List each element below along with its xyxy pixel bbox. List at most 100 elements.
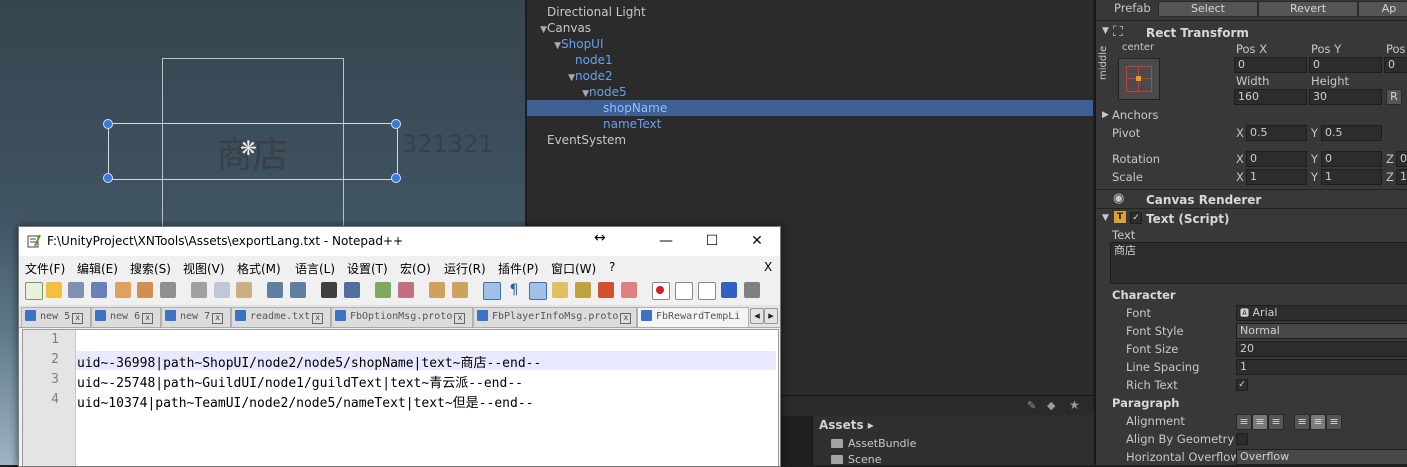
raw-edit-icon[interactable]: R (1386, 89, 1402, 105)
sync-horizontal-icon[interactable] (452, 282, 468, 298)
align-bottom-button[interactable]: ≡ (1326, 414, 1342, 430)
paste-icon[interactable] (236, 282, 252, 298)
text-foldout-icon[interactable]: ▼ (1102, 213, 1109, 223)
pos-y-field[interactable]: 0 (1309, 57, 1382, 73)
tag-icon[interactable]: ◆ (1047, 399, 1055, 412)
rich-text-checkbox[interactable]: ✓ (1236, 379, 1248, 391)
folder-workspace-icon[interactable] (621, 282, 637, 298)
folder-scene[interactable]: Scene (831, 453, 882, 466)
tab-close-icon[interactable]: x (620, 313, 632, 324)
align-top-button[interactable]: ≡ (1294, 414, 1310, 430)
pivot-icon[interactable]: ❋ (240, 136, 257, 160)
align-middle-button[interactable]: ≡ (1310, 414, 1326, 430)
tab-new-6[interactable]: new 6x (91, 307, 161, 327)
rot-z-field[interactable]: 0 (1396, 151, 1407, 167)
rect-handle-tl[interactable] (103, 119, 113, 129)
rect-handle-tr[interactable] (391, 119, 401, 129)
new-file-icon[interactable] (25, 282, 43, 300)
hierarchy-item[interactable]: ▼node5 (527, 84, 1093, 100)
tab-close-icon[interactable]: x (212, 313, 224, 324)
code-line[interactable]: uid~10374|path~TeamUI/node2/node5/nameTe… (77, 392, 533, 411)
font-field[interactable]: 🅰 Arial (1236, 305, 1407, 321)
cut-icon[interactable] (191, 282, 207, 298)
hierarchy-item[interactable]: node1 (527, 52, 1093, 68)
close-all-icon[interactable] (137, 282, 153, 298)
title-bar[interactable]: F:\UnityProject\XNTools\Assets\exportLan… (19, 227, 780, 256)
menu-window[interactable]: 窗口(W) (551, 260, 596, 277)
horizontal-overflow-dropdown[interactable]: Overflow (1236, 449, 1407, 465)
print-icon[interactable] (160, 282, 176, 298)
tab-fbrewardtemplist[interactable]: FbRewardTempLi (637, 307, 749, 327)
editor-area[interactable]: 1 2 3 4 uid~-36998|path~ShopUI/node2/nod… (22, 329, 779, 466)
prefab-revert-button[interactable]: Revert (1258, 1, 1358, 17)
pos-x-field[interactable]: 0 (1234, 57, 1307, 73)
zoom-in-icon[interactable] (375, 282, 391, 298)
play-macro-icon[interactable] (698, 282, 716, 300)
tab-new-7[interactable]: new 7x (161, 307, 231, 327)
prefab-select-button[interactable]: Select (1158, 1, 1258, 17)
star-icon[interactable]: ★ (1069, 398, 1080, 412)
align-center-button[interactable]: ≡ (1252, 414, 1268, 430)
redo-icon[interactable] (290, 282, 306, 298)
word-wrap-icon[interactable] (483, 282, 501, 300)
align-geometry-checkbox[interactable] (1236, 433, 1248, 445)
run-macro-multiple-icon[interactable] (721, 282, 737, 298)
code-line[interactable]: uid~-25748|path~GuildUI/node1/guildText|… (77, 372, 523, 391)
hierarchy-item[interactable]: ▼ShopUI (527, 36, 1093, 52)
menu-help[interactable]: ? (609, 260, 615, 274)
eye-icon[interactable]: ◉ (1113, 191, 1124, 206)
assets-header[interactable]: Assets ▸ (819, 418, 874, 432)
doc-map-icon[interactable] (575, 282, 591, 298)
find-icon[interactable] (321, 282, 337, 298)
menu-run[interactable]: 运行(R) (444, 260, 486, 277)
pivot-x-field[interactable]: 0.5 (1246, 125, 1307, 141)
font-style-dropdown[interactable]: Normal (1236, 323, 1407, 339)
menu-format[interactable]: 格式(M) (237, 260, 281, 277)
height-field[interactable]: 30 (1309, 89, 1382, 105)
prefab-apply-button[interactable]: Ap (1358, 1, 1407, 17)
close-button[interactable]: ✕ (734, 227, 780, 256)
undo-icon[interactable] (267, 282, 283, 298)
sync-vertical-icon[interactable] (429, 282, 445, 298)
replace-icon[interactable] (344, 282, 360, 298)
rect-handle-bl[interactable] (103, 173, 113, 183)
tab-close-icon[interactable]: x (72, 313, 84, 324)
pivot-y-field[interactable]: 0.5 (1321, 125, 1382, 141)
minimize-button[interactable]: — (643, 227, 689, 256)
save-all-icon[interactable] (91, 282, 107, 298)
anchors-foldout-icon[interactable]: ▶ (1102, 110, 1109, 120)
tab-scroll-right-icon[interactable]: ▸ (764, 308, 778, 324)
copy-icon[interactable] (214, 282, 230, 298)
filter-icon[interactable]: ✎ (1027, 399, 1036, 412)
function-list-icon[interactable] (598, 282, 614, 298)
scale-y-field[interactable]: 1 (1321, 169, 1382, 185)
hierarchy-item[interactable]: ▼node2 (527, 68, 1093, 84)
save-icon[interactable] (68, 282, 84, 298)
zoom-out-icon[interactable] (398, 282, 414, 298)
anchor-preset-button[interactable] (1118, 58, 1160, 100)
foldout-arrow-icon[interactable]: ▼ (1102, 26, 1109, 36)
udl-icon[interactable] (552, 282, 568, 298)
tab-new-5[interactable]: new 5x (21, 307, 91, 327)
menu-macro[interactable]: 宏(O) (400, 260, 431, 277)
menu-edit[interactable]: 编辑(E) (77, 260, 118, 277)
menu-search[interactable]: 搜索(S) (130, 260, 171, 277)
hierarchy-item[interactable]: EventSystem (527, 132, 1093, 148)
tab-readme[interactable]: readme.txt x (231, 307, 331, 327)
menu-view[interactable]: 视图(V) (183, 260, 225, 277)
hierarchy-item[interactable]: ▼Canvas (527, 20, 1093, 36)
align-left-button[interactable]: ≡ (1236, 414, 1252, 430)
indent-guide-icon[interactable] (529, 282, 547, 300)
scale-x-field[interactable]: 1 (1246, 169, 1307, 185)
menu-language[interactable]: 语言(L) (295, 260, 335, 277)
font-size-field[interactable]: 20 (1236, 341, 1407, 357)
pos-z-field[interactable]: 0 (1384, 57, 1407, 73)
tab-close-icon[interactable]: x (454, 313, 466, 324)
tab-fboptionmsg[interactable]: FbOptionMsg.proto x (331, 307, 473, 327)
hierarchy-item[interactable]: Directional Light (527, 4, 1093, 20)
menu-settings[interactable]: 设置(T) (347, 260, 388, 277)
show-all-chars-icon[interactable]: ¶ (506, 282, 522, 298)
align-right-button[interactable]: ≡ (1268, 414, 1284, 430)
anchors-label[interactable]: Anchors (1112, 108, 1159, 122)
rot-y-field[interactable]: 0 (1321, 151, 1382, 167)
